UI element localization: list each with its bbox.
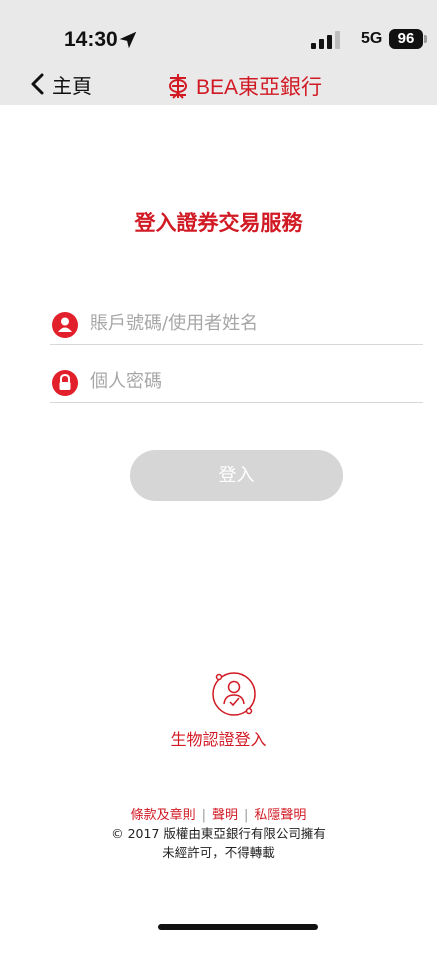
link-separator: | <box>244 808 249 823</box>
nav-bar: 主頁 BEA東亞銀行 <box>0 65 437 105</box>
back-button[interactable]: 主頁 <box>30 69 92 99</box>
password-input[interactable] <box>90 364 410 398</box>
home-indicator[interactable] <box>158 924 318 930</box>
username-field <box>50 300 423 345</box>
battery-tip <box>424 35 427 43</box>
brand: BEA東亞銀行 <box>166 71 322 101</box>
lock-icon <box>52 370 78 396</box>
copyright-text: © 2017 版權由東亞銀行有限公司擁有 <box>111 826 326 841</box>
copyright: © 2017 版權由東亞銀行有限公司擁有 未經許可，不得轉載 <box>0 824 437 862</box>
battery-indicator: 96 <box>389 29 423 49</box>
footer-links: 條款及章則 | 聲明 | 私隱聲明 <box>0 804 437 823</box>
privacy-link[interactable]: 私隱聲明 <box>254 808 306 823</box>
login-button[interactable]: 登入 <box>130 450 343 501</box>
back-chevron-icon <box>31 73 44 95</box>
statement-link[interactable]: 聲明 <box>212 808 238 823</box>
biometric-icon[interactable] <box>209 668 259 720</box>
location-arrow-icon <box>119 31 137 49</box>
back-label: 主頁 <box>52 73 92 98</box>
bea-logo-icon <box>169 74 187 99</box>
link-separator: | <box>201 808 206 823</box>
reproduction-notice: 未經許可，不得轉載 <box>162 845 275 860</box>
biometric-login-label[interactable]: 生物認證登入 <box>0 726 437 750</box>
user-icon <box>52 312 78 338</box>
network-type: 5G <box>361 30 383 47</box>
status-time: 14:30 <box>64 28 118 51</box>
page-title: 登入證券交易服務 <box>134 211 303 235</box>
status-bar: 14:30 5G 96 <box>0 0 437 70</box>
brand-text: BEA東亞銀行 <box>196 76 323 99</box>
signal-icon <box>311 31 340 49</box>
top-bar: 14:30 5G 96 主頁 BEA東亞銀行 <box>0 0 437 105</box>
terms-link[interactable]: 條款及章則 <box>131 808 196 823</box>
password-field <box>50 358 423 403</box>
username-input[interactable] <box>90 306 410 340</box>
